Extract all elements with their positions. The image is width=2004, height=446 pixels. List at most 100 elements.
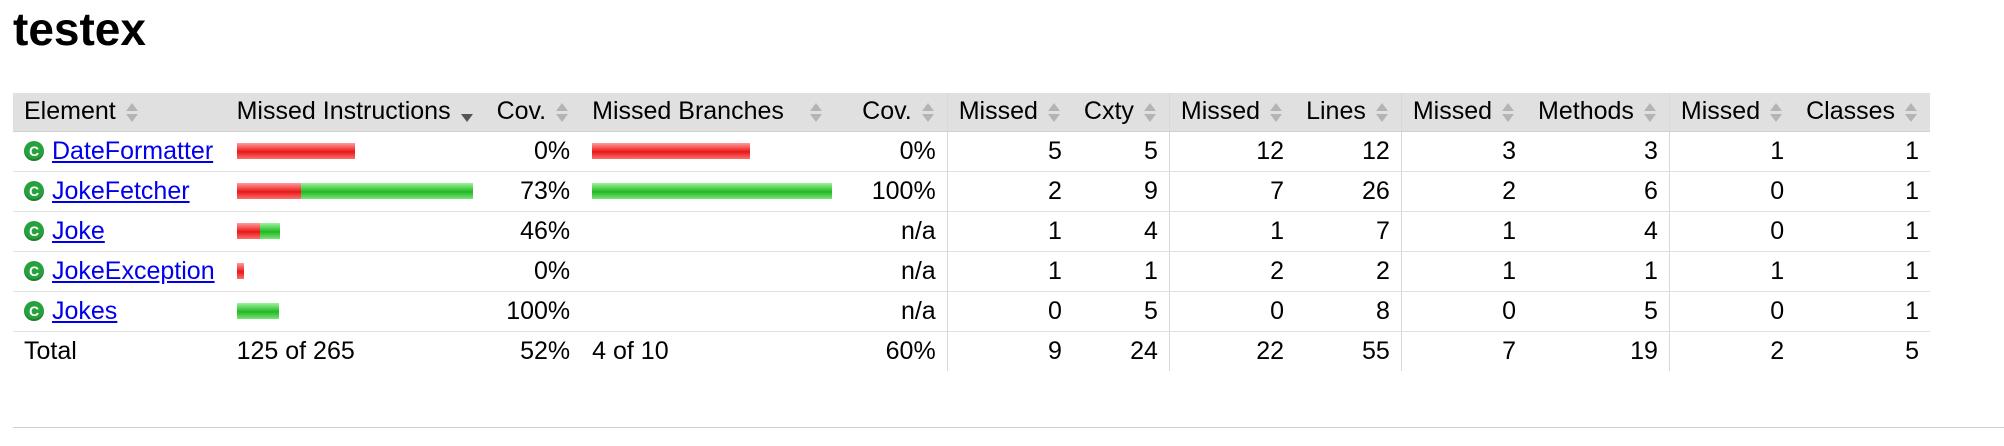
element-link[interactable]: DateFormatter [52,137,213,166]
branches-bar [592,303,840,319]
element-cell: C Jokes [13,291,226,332]
header-lines[interactable]: Lines [1295,93,1402,132]
missed-bar [236,143,355,159]
missed-bar [236,263,244,279]
branch-cov: n/a [851,211,948,252]
missed-classes: 1 [1668,131,1796,172]
missed-classes: 0 [1668,211,1796,252]
instructions-bar-cell [225,131,486,172]
missed-bar [592,143,751,159]
element-cell: C DateFormatter [13,131,226,172]
class-c-icon: C [24,141,44,161]
instr-cov: 0% [485,251,582,292]
missed-cxty: 5 [946,131,1073,172]
class-c-icon: C [24,301,44,321]
element-link[interactable]: JokeException [52,257,215,286]
total-missed-methods: 7 [1400,331,1528,371]
missed-bar [236,223,260,239]
header-missed-lines[interactable]: Missed [1168,93,1296,132]
missed-classes: 1 [1668,251,1796,292]
page-title: testex [13,3,146,55]
element-link[interactable]: Jokes [52,297,117,326]
class-c-icon: C [24,181,44,201]
sort-arrows-icon [1374,102,1390,124]
missed-methods: 0 [1400,291,1528,332]
divider [13,427,2004,428]
classes: 1 [1795,171,1931,212]
sort-arrows-icon [1642,102,1658,124]
total-instr-cov: 52% [520,336,571,365]
header-instr-cov[interactable]: Cov. [485,93,582,132]
missed-cxty: 0 [946,291,1073,332]
total-row: Total 125 of 265 52% 4 of 10 60% 9 24 22… [13,331,1930,371]
header-row: Element Missed Instructions Cov. Missed … [13,93,1931,132]
total-label: Total [24,336,77,365]
header-missed-classes[interactable]: Missed [1668,93,1796,132]
sort-arrows-icon [1768,102,1784,124]
sort-arrows-icon [1903,102,1919,124]
sort-arrows-icon [1500,102,1516,124]
lines: 7 [1295,211,1402,252]
lines: 12 [1295,131,1402,172]
lines: 2 [1295,251,1402,292]
instr-cov: 73% [485,171,582,212]
missed-cxty: 1 [946,211,1073,252]
header-missed-branches[interactable]: Missed Branches [581,93,852,132]
methods: 1 [1527,251,1670,292]
cxty: 4 [1072,211,1170,252]
missed-lines: 7 [1168,171,1296,212]
instructions-bar [236,183,475,199]
instructions-bar-cell [225,251,486,292]
element-link[interactable]: Joke [52,217,105,246]
missed-methods: 1 [1400,251,1528,292]
sort-arrows-icon [1142,102,1158,124]
branches-bar [592,183,840,199]
methods: 6 [1527,171,1670,212]
covered-bar [592,183,833,199]
table-row: C Jokes 100% n/a 0 5 0 8 0 5 0 1 [13,291,1931,332]
class-c-icon: C [24,261,44,281]
sort-arrows-icon [808,102,824,124]
header-branch-cov[interactable]: Cov. [851,93,948,132]
branches-bar-cell [581,131,852,172]
header-methods[interactable]: Methods [1527,93,1670,132]
total-instructions: 125 of 265 [236,336,355,365]
instructions-bar-cell [225,291,486,332]
cxty: 5 [1072,291,1170,332]
total-missed-classes: 2 [1668,331,1796,371]
header-cxty[interactable]: Cxty [1072,93,1170,132]
instructions-bar-cell [225,171,486,212]
total-missed-cxty: 9 [946,331,1073,371]
table-row: C JokeException 0% n/a 1 1 2 2 1 1 1 1 [13,251,1931,292]
methods: 4 [1527,211,1670,252]
missed-classes: 0 [1668,291,1796,332]
total-branch-cov: 60% [885,336,936,365]
table-row: C DateFormatter 0% 0% 5 5 12 12 3 3 1 1 [13,131,1931,172]
branch-cov: 0% [851,131,948,172]
lines: 26 [1295,171,1402,212]
header-element[interactable]: Element [13,93,226,132]
sort-arrows-icon [124,102,140,124]
missed-methods: 1 [1400,211,1528,252]
sort-arrows-icon [920,102,936,124]
header-classes[interactable]: Classes [1795,93,1931,132]
branches-bar [592,223,840,239]
branches-bar-cell [581,291,852,332]
missed-lines: 12 [1168,131,1296,172]
instr-cov: 100% [485,291,582,332]
covered-bar [300,183,473,199]
element-link[interactable]: JokeFetcher [52,177,190,206]
lines: 8 [1295,291,1402,332]
classes: 1 [1795,131,1931,172]
header-missed-methods[interactable]: Missed [1400,93,1528,132]
cxty: 5 [1072,131,1170,172]
header-missed-cxty[interactable]: Missed [946,93,1073,132]
sort-arrows-icon [554,102,570,124]
coverage-table: Element Missed Instructions Cov. Missed … [13,93,1931,371]
element-cell: C JokeFetcher [13,171,226,212]
missed-cxty: 1 [946,251,1073,292]
instr-cov: 46% [485,211,582,252]
instructions-bar [236,263,475,279]
header-missed-instructions[interactable]: Missed Instructions [225,93,486,132]
total-methods: 19 [1630,336,1658,365]
